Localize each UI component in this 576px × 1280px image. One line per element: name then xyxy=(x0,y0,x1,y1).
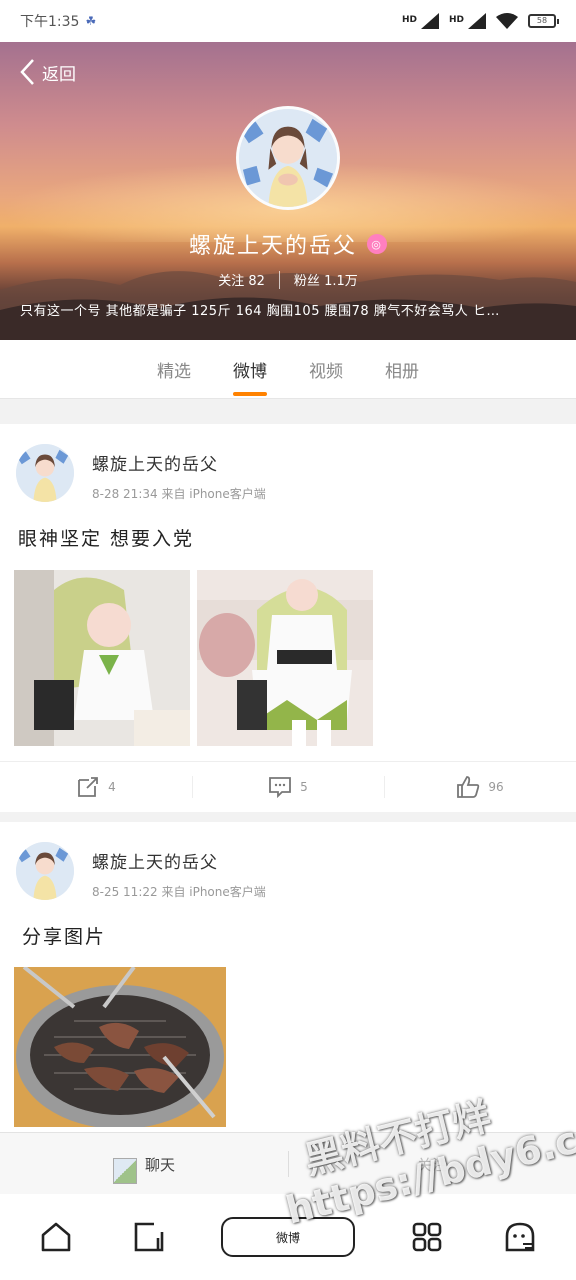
feed-post: 螺旋上天的岳父 8-28 21:34 来自 iPhone客户端 眼神坚定 想要入… xyxy=(0,424,576,812)
post-text: 眼神坚定 想要入党 xyxy=(18,528,195,550)
post-photo[interactable] xyxy=(14,570,190,746)
post-author[interactable]: 螺旋上天的岳父 xyxy=(92,450,266,475)
chat-icon xyxy=(112,1158,137,1184)
like-count: 96 xyxy=(488,780,504,794)
post-author[interactable]: 螺旋上天的岳父 xyxy=(92,848,266,873)
repost-icon xyxy=(78,777,99,797)
compose-icon xyxy=(134,1222,163,1252)
profile-stats: 关注 82 粉丝 1.1万 xyxy=(0,270,576,289)
post-photo[interactable] xyxy=(197,570,373,746)
tab-featured[interactable]: 精选 xyxy=(155,351,193,388)
profile-avatar[interactable] xyxy=(236,106,340,210)
signal-icon-2 xyxy=(468,13,486,29)
grid-icon xyxy=(413,1222,442,1252)
weibo-center-button[interactable]: 微博 xyxy=(220,1217,355,1257)
chat-label: 聊天 xyxy=(144,1155,175,1174)
profile-icon xyxy=(505,1222,535,1252)
battery-level: 58 xyxy=(536,16,548,25)
avatar-image xyxy=(239,109,337,207)
weibo-center-label: 微博 xyxy=(275,1230,300,1245)
profile-header: 返回 螺旋上天的岳父 ◎ 关注 82 粉丝 1.1万 只有这一个号 其他都是骗子… xyxy=(0,42,576,340)
app-notification-icon: ☘ xyxy=(85,14,97,28)
follow-label: 关注 xyxy=(416,1155,447,1174)
chat-button[interactable]: 聊天 xyxy=(0,1133,288,1195)
avatar-image xyxy=(16,444,74,502)
apps-button[interactable] xyxy=(407,1217,447,1257)
following-count: 82 xyxy=(248,274,265,289)
signal-icon xyxy=(420,13,439,29)
follow-button[interactable]: 关注 xyxy=(288,1133,576,1195)
chat-bar: 聊天 关注 xyxy=(0,1132,576,1195)
thumbs-up-icon xyxy=(457,776,480,798)
hd-icon: HD xyxy=(401,15,417,25)
chevron-left-icon xyxy=(20,59,34,85)
post-meta: 8-25 11:22 来自 iPhone客户端 xyxy=(92,885,266,899)
profile-name: 螺旋上天的岳父 xyxy=(188,234,357,259)
followers-count: 1.1万 xyxy=(324,274,358,289)
status-bar: 下午1:35 ☘ HD HD 58 xyxy=(0,0,576,42)
post-actions: 4 5 96 xyxy=(0,761,576,812)
followers-stat[interactable]: 粉丝 1.1万 xyxy=(294,270,358,289)
profile-tabs: 精选 微博 视频 相册 xyxy=(0,340,576,399)
feed-post: 螺旋上天的岳父 8-25 11:22 来自 iPhone客户端 分享图片 xyxy=(0,822,576,1132)
like-button[interactable]: 96 xyxy=(384,762,576,812)
post-photo[interactable] xyxy=(14,967,226,1127)
home-icon xyxy=(41,1222,71,1252)
profile-bio[interactable]: 只有这一个号 其他都是骗子 125斤 164 胸围105 腰围78 脾气不好会骂… xyxy=(20,300,560,319)
status-time: 下午1:35 xyxy=(20,14,80,30)
photo-image xyxy=(197,570,373,746)
post-avatar[interactable] xyxy=(16,444,74,502)
following-label: 关注 xyxy=(218,274,245,289)
tab-videos[interactable]: 视频 xyxy=(307,351,345,388)
repost-count: 4 xyxy=(108,780,116,794)
post-avatar[interactable] xyxy=(16,842,74,900)
hd-icon-2: HD xyxy=(448,15,464,25)
profile-name-row: 螺旋上天的岳父 ◎ xyxy=(0,228,576,260)
tab-albums[interactable]: 相册 xyxy=(383,351,421,388)
followers-label: 粉丝 xyxy=(293,274,320,289)
post-header: 螺旋上天的岳父 8-25 11:22 来自 iPhone客户端 xyxy=(16,842,266,900)
wifi-icon xyxy=(496,13,518,29)
tab-weibo[interactable]: 微博 xyxy=(231,351,269,396)
comment-icon xyxy=(269,777,292,799)
compose-button[interactable] xyxy=(129,1217,169,1257)
post-meta: 8-28 21:34 来自 iPhone客户端 xyxy=(92,487,266,501)
back-label: 返回 xyxy=(42,64,76,85)
bottom-navigation: 微博 xyxy=(0,1194,576,1280)
photo-image xyxy=(14,967,226,1127)
post-text: 分享图片 xyxy=(22,926,107,948)
comment-button[interactable]: 5 xyxy=(192,762,384,812)
profile-button[interactable] xyxy=(500,1217,540,1257)
stats-divider xyxy=(278,270,280,289)
comment-count: 5 xyxy=(300,780,308,794)
following-stat[interactable]: 关注 82 xyxy=(218,270,265,289)
back-button[interactable]: 返回 xyxy=(18,58,76,86)
post-header: 螺旋上天的岳父 8-28 21:34 来自 iPhone客户端 xyxy=(16,444,266,502)
photo-image xyxy=(14,570,190,746)
battery-icon: 58 xyxy=(528,14,559,28)
avatar-image xyxy=(16,842,74,900)
home-button[interactable] xyxy=(36,1217,76,1257)
repost-button[interactable]: 4 xyxy=(0,762,192,812)
verified-badge-icon[interactable]: ◎ xyxy=(367,234,387,254)
